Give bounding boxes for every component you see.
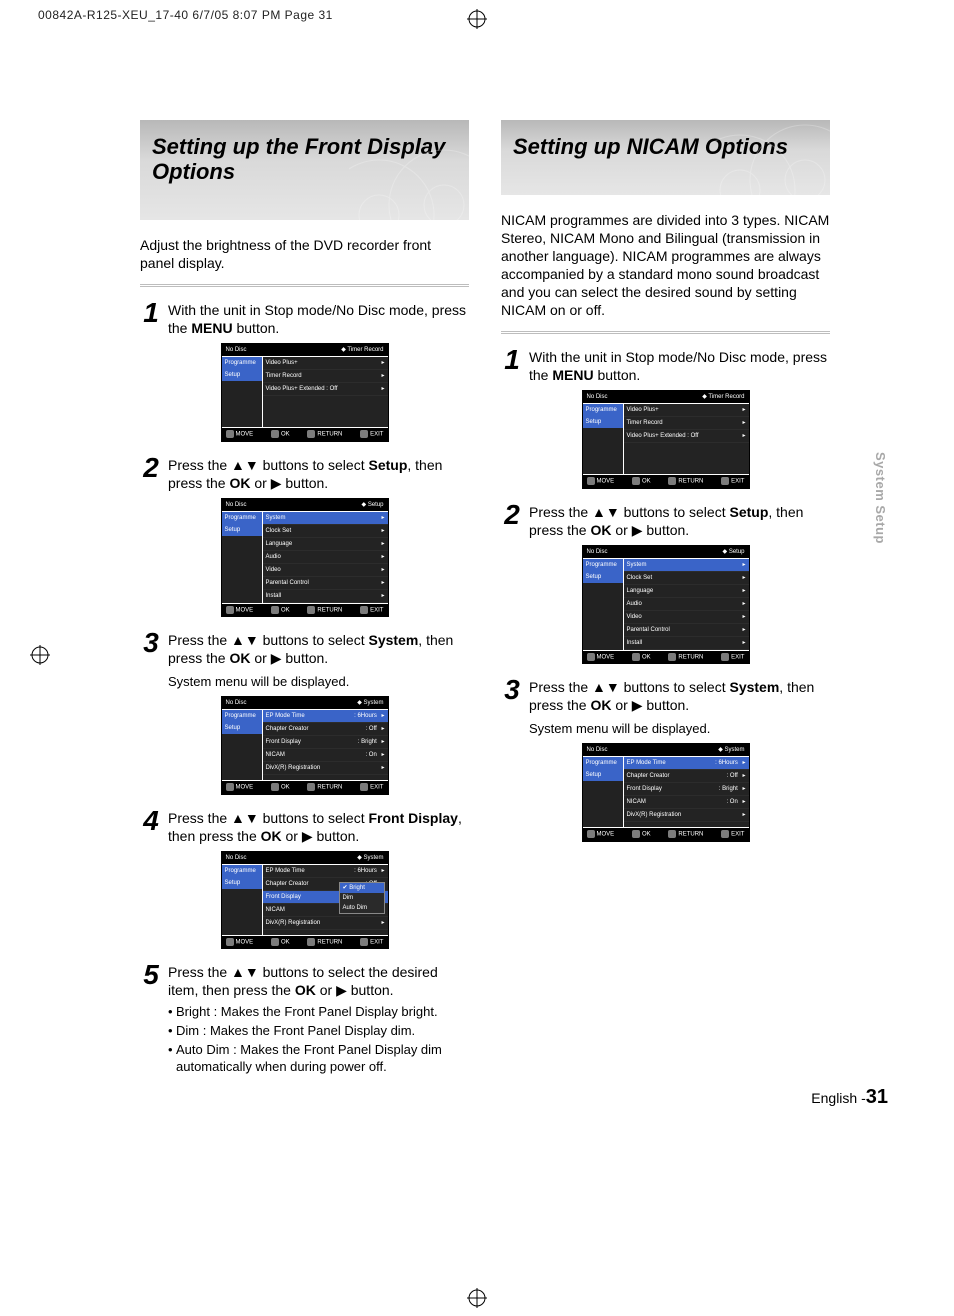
osd-footer: MOVE OK RETURN EXIT (583, 474, 749, 488)
osd-sidebar: Programme Setup (583, 757, 624, 827)
crop-mark-top (467, 9, 487, 29)
step-text: Press the ▲▼ buttons to select System, t… (529, 678, 830, 714)
step-number: 5 (140, 963, 162, 999)
step-number: 2 (140, 456, 162, 492)
step-bullet: Auto Dim : Makes the Front Panel Display… (168, 1041, 469, 1075)
step: 1 With the unit in Stop mode/No Disc mod… (501, 348, 830, 384)
osd-sidebar: Programme Setup (222, 865, 263, 935)
osd-menu-main: No Disc◆ Timer Record Programme Setup Vi… (221, 343, 389, 442)
step: 1 With the unit in Stop mode/No Disc mod… (140, 301, 469, 337)
step: 3 Press the ▲▼ buttons to select System,… (140, 631, 469, 667)
step: 5 Press the ▲▼ buttons to select the des… (140, 963, 469, 999)
osd-footer: MOVE OK RETURN EXIT (222, 935, 388, 949)
left-title: Setting up the Front Display Options (152, 134, 457, 184)
osd-sidebar: Programme Setup (222, 357, 263, 427)
osd-menu-system: No Disc◆ System Programme Setup EP Mode … (582, 743, 750, 842)
page-number: English -31 (811, 1086, 888, 1109)
left-intro: Adjust the brightness of the DVD recorde… (140, 236, 469, 272)
step: 2 Press the ▲▼ buttons to select Setup, … (140, 456, 469, 492)
step-text: Press the ▲▼ buttons to select Setup, th… (168, 456, 469, 492)
divider (140, 284, 469, 287)
right-intro: NICAM programmes are divided into 3 type… (501, 211, 830, 319)
step-bullet: Bright : Makes the Front Panel Display b… (168, 1003, 469, 1020)
osd-footer: MOVE OK RETURN EXIT (222, 427, 388, 441)
step: 4 Press the ▲▼ buttons to select Front D… (140, 809, 469, 845)
step-number: 3 (501, 678, 523, 714)
osd-menu-main: No Disc◆ Timer Record Programme Setup Vi… (582, 390, 750, 489)
side-tab: System Setup (873, 452, 888, 544)
osd-sidebar: Programme Setup (583, 404, 624, 474)
osd-menu-setup: No Disc◆ Setup Programme Setup SystemClo… (582, 545, 750, 665)
osd-sidebar: Programme Setup (583, 559, 624, 650)
right-column: Setting up NICAM Options NICAM programme… (501, 120, 830, 1075)
step-bullet: Dim : Makes the Front Panel Display dim. (168, 1022, 469, 1039)
divider (501, 331, 830, 334)
osd-footer: MOVE OK RETURN EXIT (583, 827, 749, 841)
step-number: 3 (140, 631, 162, 667)
osd-menu-system: No Disc◆ System Programme Setup EP Mode … (221, 696, 389, 795)
left-banner: Setting up the Front Display Options (140, 120, 469, 220)
step-text: With the unit in Stop mode/No Disc mode,… (168, 301, 469, 337)
left-column: Setting up the Front Display Options Adj… (140, 120, 469, 1075)
step-text: Press the ▲▼ buttons to select System, t… (168, 631, 469, 667)
step-number: 1 (140, 301, 162, 337)
osd-menu-setup: No Disc◆ Setup Programme Setup SystemClo… (221, 498, 389, 618)
osd-sidebar: Programme Setup (222, 512, 263, 603)
osd-popup: ✔ BrightDimAuto Dim (339, 882, 385, 914)
step-text: With the unit in Stop mode/No Disc mode,… (529, 348, 830, 384)
step-subtext: System menu will be displayed. (529, 720, 830, 737)
right-title: Setting up NICAM Options (513, 134, 818, 159)
step-number: 4 (140, 809, 162, 845)
crop-mark-left (30, 645, 50, 670)
step-number: 2 (501, 503, 523, 539)
step-text: Press the ▲▼ buttons to select Setup, th… (529, 503, 830, 539)
crop-mark-bottom (467, 1288, 487, 1308)
osd-menu-system-popup: No Disc◆ System Programme Setup EP Mode … (221, 851, 389, 950)
step-text: Press the ▲▼ buttons to select Front Dis… (168, 809, 469, 845)
step-text: Press the ▲▼ buttons to select the desir… (168, 963, 469, 999)
step-subtext: System menu will be displayed. (168, 673, 469, 690)
step-number: 1 (501, 348, 523, 384)
page-content: System Setup Setting up the Front Displa… (140, 120, 830, 1075)
step: 3 Press the ▲▼ buttons to select System,… (501, 678, 830, 714)
osd-footer: MOVE OK RETURN EXIT (222, 780, 388, 794)
osd-sidebar: Programme Setup (222, 710, 263, 780)
osd-footer: MOVE OK RETURN EXIT (583, 650, 749, 664)
osd-footer: MOVE OK RETURN EXIT (222, 603, 388, 617)
step: 2 Press the ▲▼ buttons to select Setup, … (501, 503, 830, 539)
right-banner: Setting up NICAM Options (501, 120, 830, 195)
